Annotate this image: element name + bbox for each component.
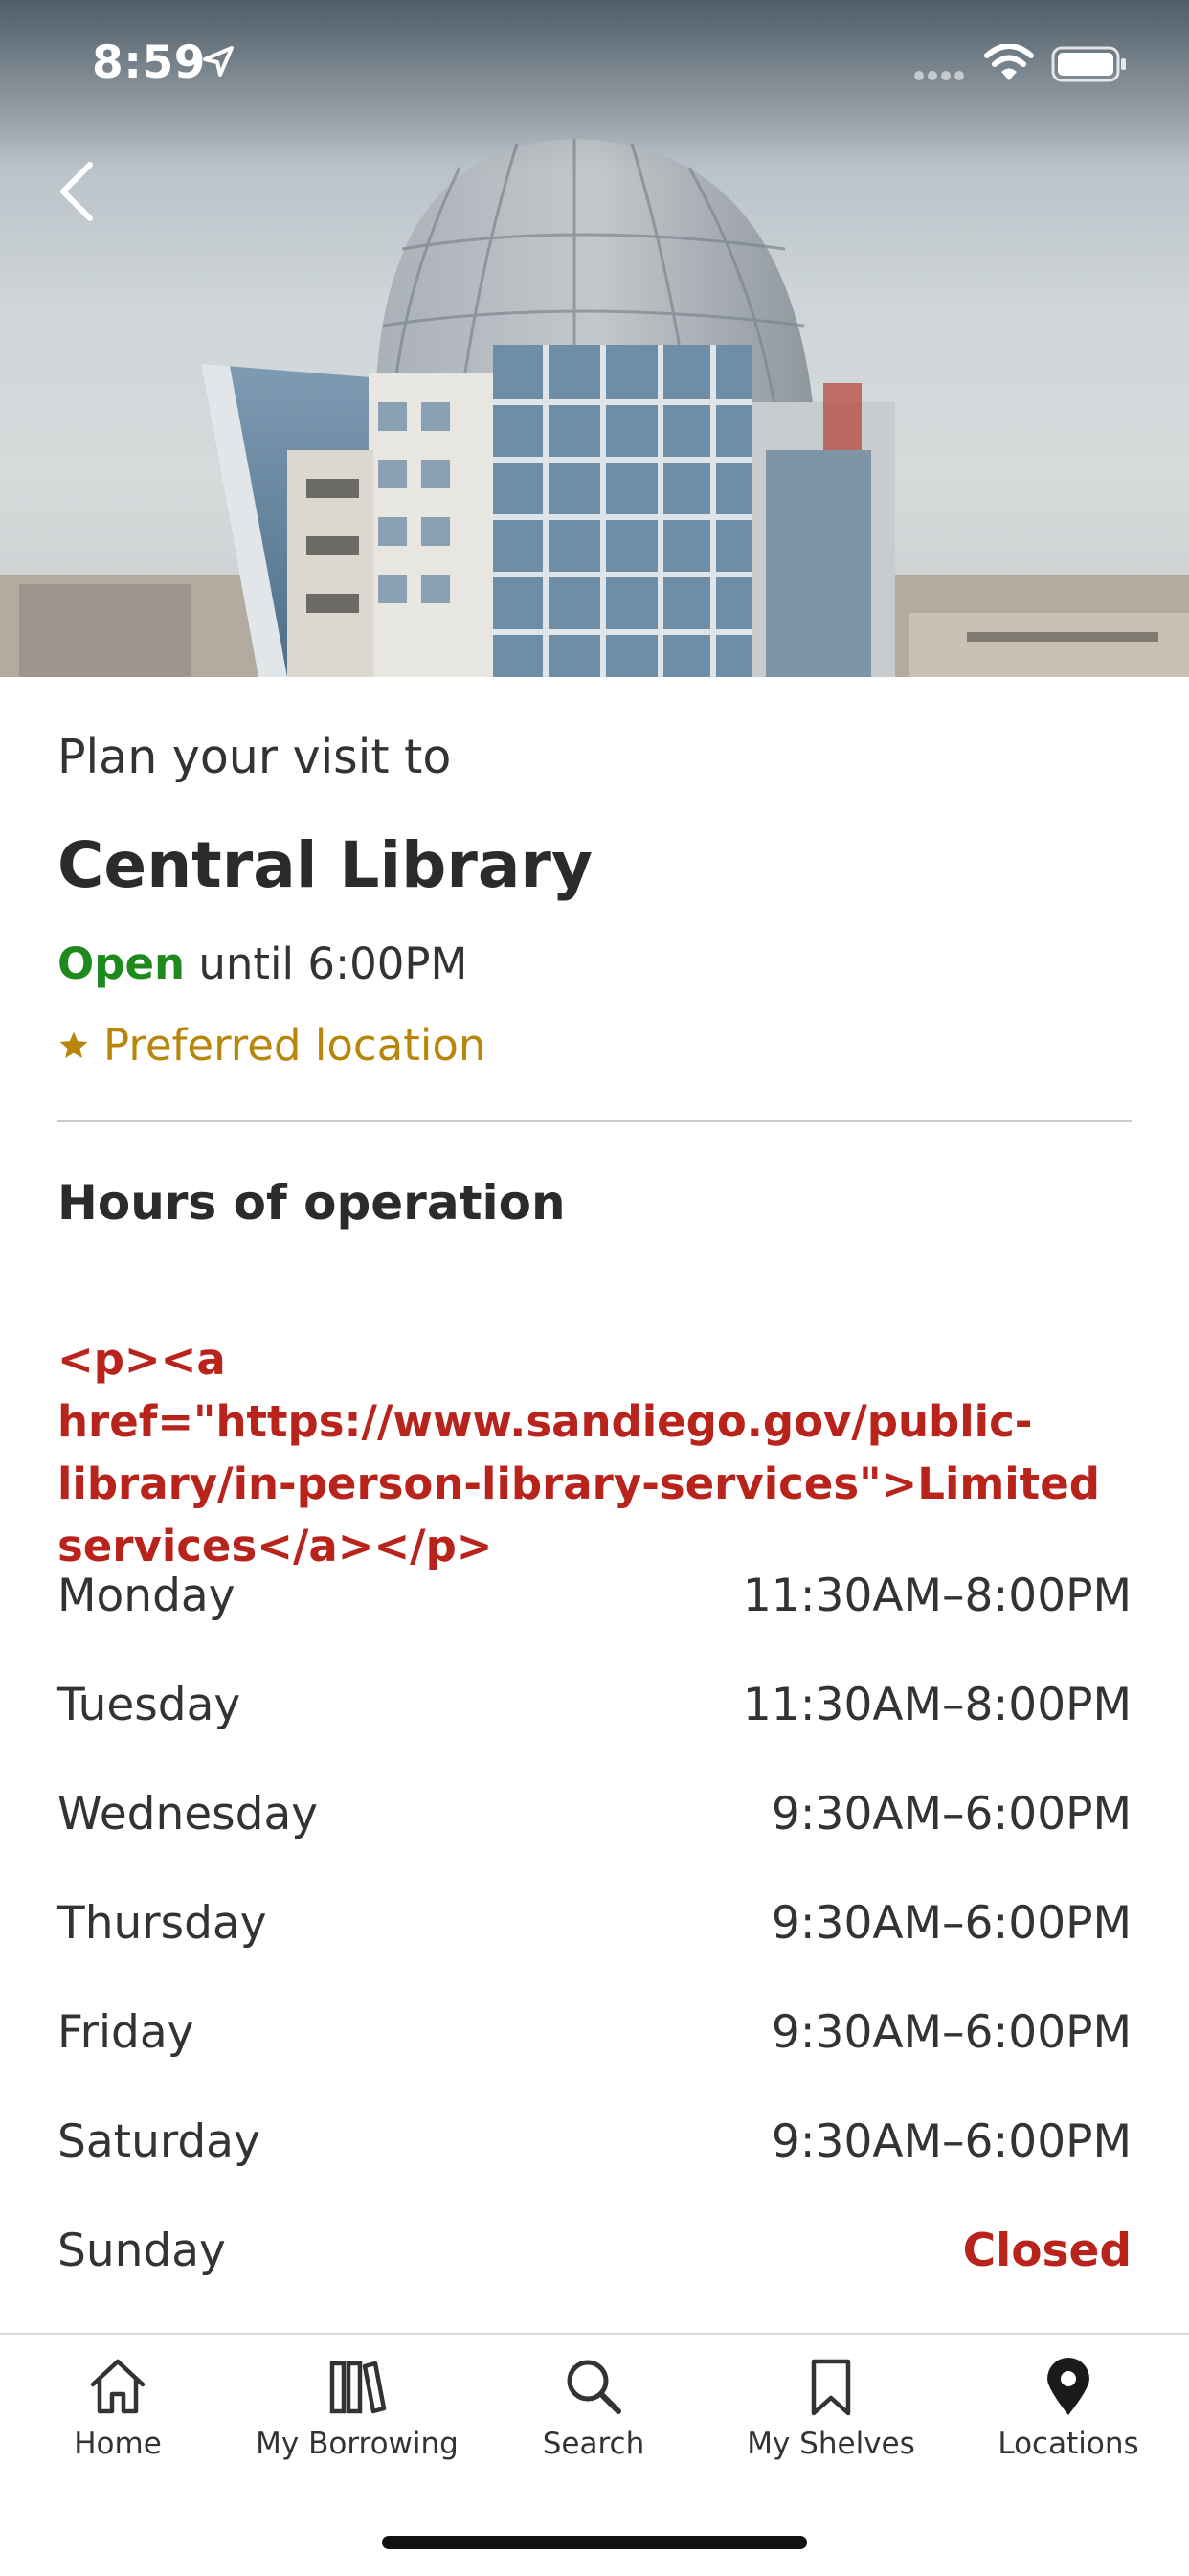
tab-search-label: Search [542, 2427, 645, 2461]
bookmark-icon [811, 2359, 851, 2416]
tab-my-borrowing-label: My Borrowing [256, 2427, 459, 2461]
hours-heading: Hours of operation [57, 1175, 566, 1231]
chevron-left-icon [60, 162, 93, 221]
location-arrow-icon [203, 46, 234, 77]
day-hours: 11:30AM–8:00PM [742, 1569, 1132, 1622]
day-label: Tuesday [57, 1678, 241, 1731]
home-icon [90, 2359, 146, 2414]
wifi-icon [984, 44, 1034, 80]
open-status: Open [57, 938, 186, 989]
hours-row-monday: Monday 11:30AM–8:00PM [57, 1557, 1132, 1634]
day-hours: 9:30AM–6:00PM [771, 2114, 1132, 2168]
plan-visit-label: Plan your visit to [57, 730, 452, 784]
hours-row-wednesday: Wednesday 9:30AM–6:00PM [57, 1775, 1132, 1852]
tab-search[interactable]: Search [479, 2356, 708, 2461]
hours-notice-link[interactable]: <p><a href="https://www.sandiego.gov/pub… [57, 1328, 1139, 1577]
cellular-signal-icon [914, 71, 964, 80]
back-button[interactable] [48, 153, 105, 230]
section-divider [57, 1120, 1132, 1122]
tab-locations[interactable]: Locations [953, 2356, 1183, 2461]
tab-my-shelves[interactable]: My Shelves [716, 2356, 946, 2461]
open-until: until 6:00PM [198, 938, 468, 989]
hours-row-tuesday: Tuesday 11:30AM–8:00PM [57, 1666, 1132, 1743]
status-time: 8:59 [92, 36, 206, 89]
preferred-location-label: Preferred location [103, 1020, 486, 1071]
day-label: Sunday [57, 2224, 226, 2277]
day-label: Saturday [57, 2114, 260, 2168]
hours-row-saturday: Saturday 9:30AM–6:00PM [57, 2103, 1132, 2180]
hours-row-thursday: Thursday 9:30AM–6:00PM [57, 1885, 1132, 1961]
hours-row-sunday: Sunday Closed [57, 2212, 1132, 2289]
day-hours: 9:30AM–6:00PM [771, 1787, 1132, 1841]
day-hours: 9:30AM–6:00PM [771, 1896, 1132, 1950]
tab-locations-label: Locations [998, 2427, 1139, 2461]
day-label: Friday [57, 2005, 194, 2059]
hero-image [0, 0, 1189, 677]
tab-home-label: Home [74, 2427, 162, 2461]
tab-home[interactable]: Home [3, 2356, 233, 2461]
battery-icon [1051, 46, 1126, 82]
day-hours: 11:30AM–8:00PM [742, 1678, 1132, 1731]
day-label: Monday [57, 1569, 236, 1622]
preferred-location[interactable]: Preferred location [57, 1020, 485, 1071]
hours-row-friday: Friday 9:30AM–6:00PM [57, 1994, 1132, 2070]
day-label: Thursday [57, 1896, 267, 1950]
tab-my-shelves-label: My Shelves [747, 2427, 915, 2461]
tab-my-borrowing[interactable]: My Borrowing [242, 2356, 472, 2461]
location-title: Central Library [57, 828, 594, 902]
open-status-line: Open until 6:00PM [57, 938, 467, 989]
books-icon [329, 2361, 387, 2414]
search-icon [567, 2360, 621, 2414]
star-icon [59, 1031, 88, 1058]
home-indicator [382, 2536, 807, 2549]
closed-status: Closed [962, 2224, 1132, 2277]
day-hours: 9:30AM–6:00PM [771, 2005, 1132, 2059]
day-label: Wednesday [57, 1787, 319, 1841]
map-pin-icon [1047, 2358, 1089, 2415]
